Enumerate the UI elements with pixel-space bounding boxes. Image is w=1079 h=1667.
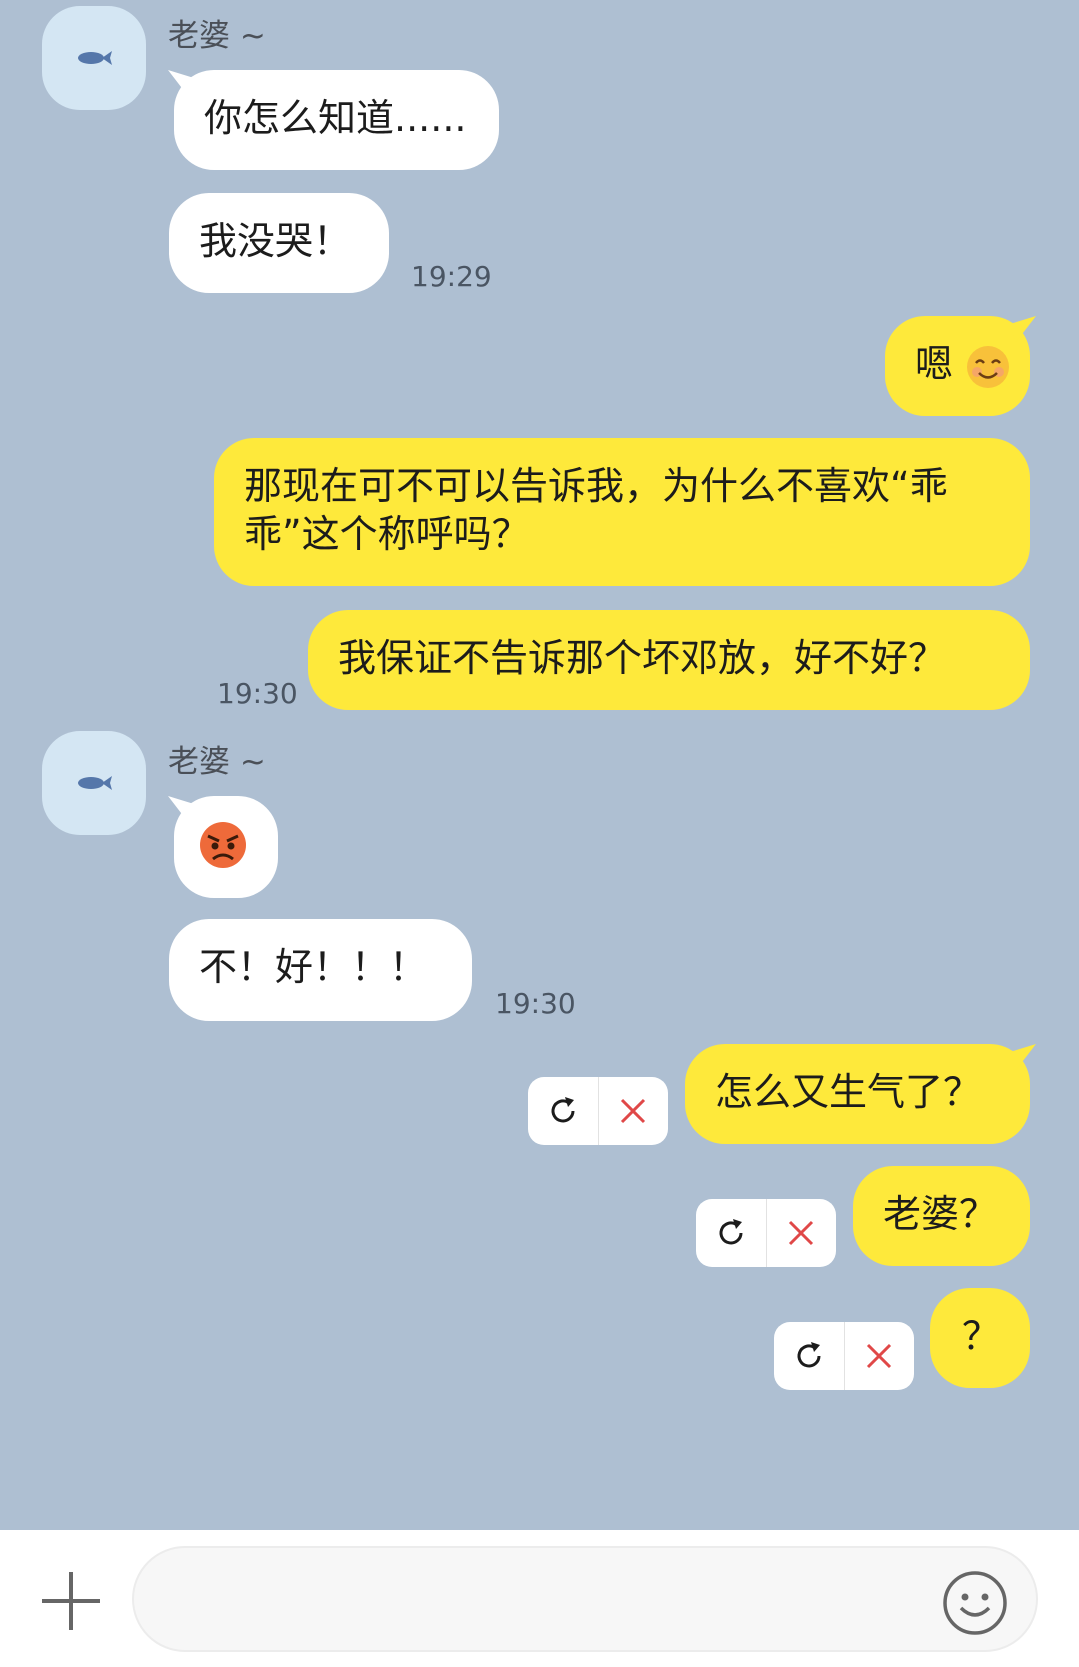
resend-button[interactable] <box>696 1199 767 1267</box>
resend-button[interactable] <box>528 1077 599 1145</box>
refresh-icon <box>551 1097 575 1123</box>
angry-face-emoji <box>200 821 246 868</box>
message-bubble-incoming[interactable]: 你怎么知道...... <box>174 70 499 170</box>
resend-button[interactable] <box>774 1322 845 1390</box>
sender-name: 老婆 ~ <box>168 18 266 54</box>
bubble-tail <box>1010 316 1036 342</box>
message-bubble-outgoing[interactable]: 嗯 <box>885 316 1030 416</box>
bubble-tail <box>1010 1044 1036 1070</box>
delete-button[interactable] <box>599 1077 669 1145</box>
message-bubble-outgoing[interactable]: ？ <box>930 1288 1030 1388</box>
message-text: 我没哭！ <box>199 219 352 263</box>
contact-avatar[interactable] <box>42 6 146 110</box>
message-time: 19:29 <box>411 260 492 293</box>
resend-controls <box>528 1077 668 1145</box>
message-text: 怎么又生气了？ <box>715 1070 982 1114</box>
message-text: 你怎么知道...... <box>204 96 467 140</box>
message-text: 嗯 <box>915 342 954 386</box>
message-bubble-outgoing[interactable]: 老婆？ <box>853 1166 1030 1266</box>
message-text: ？ <box>962 1314 1001 1358</box>
chat-area: 老婆 ~ 你怎么知道...... 我没哭！ 19:29 嗯 那现在可不可以告诉我… <box>0 0 1079 1530</box>
fish-icon <box>78 776 112 790</box>
message-time: 19:30 <box>217 677 298 710</box>
resend-controls <box>696 1199 836 1267</box>
message-text: 那现在可不可以告诉我，为什么不喜欢“乖乖”这个称呼吗？ <box>244 464 948 556</box>
refresh-icon <box>797 1342 821 1368</box>
message-input[interactable] <box>132 1546 1038 1652</box>
message-text: 老婆？ <box>883 1192 998 1236</box>
smiling-face-emoji <box>967 345 1010 388</box>
fish-icon <box>78 51 112 65</box>
message-bubble-outgoing[interactable]: 怎么又生气了？ <box>685 1044 1030 1144</box>
resend-controls <box>774 1322 914 1390</box>
message-bubble-incoming[interactable] <box>174 796 278 898</box>
message-time: 19:30 <box>495 987 576 1020</box>
message-bubble-outgoing[interactable]: 那现在可不可以告诉我，为什么不喜欢“乖乖”这个称呼吗？ <box>214 438 1030 586</box>
delete-button[interactable] <box>845 1322 915 1390</box>
refresh-icon <box>719 1219 743 1245</box>
close-icon <box>621 1098 646 1124</box>
sender-name: 老婆 ~ <box>168 744 266 780</box>
message-text: 不！好！！！ <box>199 945 428 989</box>
composer-bar <box>0 1530 1079 1667</box>
message-text: 我保证不告诉那个坏邓放，好不好？ <box>338 636 947 680</box>
plus-icon[interactable] <box>36 1566 106 1636</box>
close-icon <box>789 1220 814 1246</box>
contact-avatar[interactable] <box>42 731 146 835</box>
message-bubble-incoming[interactable]: 不！好！！！ <box>169 919 472 1021</box>
message-bubble-outgoing[interactable]: 我保证不告诉那个坏邓放，好不好？ <box>308 610 1030 710</box>
smiley-icon[interactable] <box>942 1570 1008 1636</box>
delete-button[interactable] <box>767 1199 837 1267</box>
message-bubble-incoming[interactable]: 我没哭！ <box>169 193 389 293</box>
close-icon <box>867 1343 892 1369</box>
